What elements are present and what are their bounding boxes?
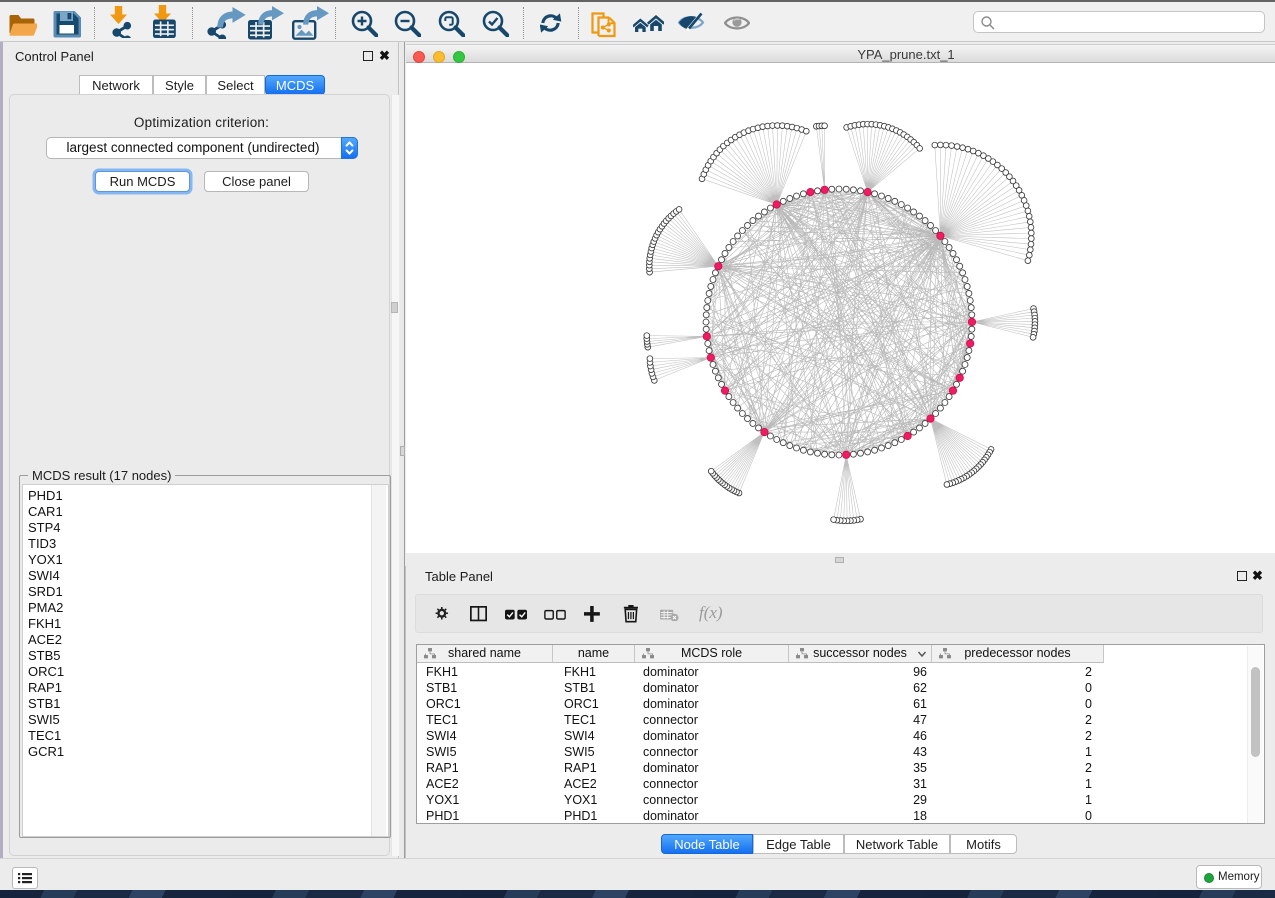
svg-text:f(x): f(x) (699, 603, 723, 622)
